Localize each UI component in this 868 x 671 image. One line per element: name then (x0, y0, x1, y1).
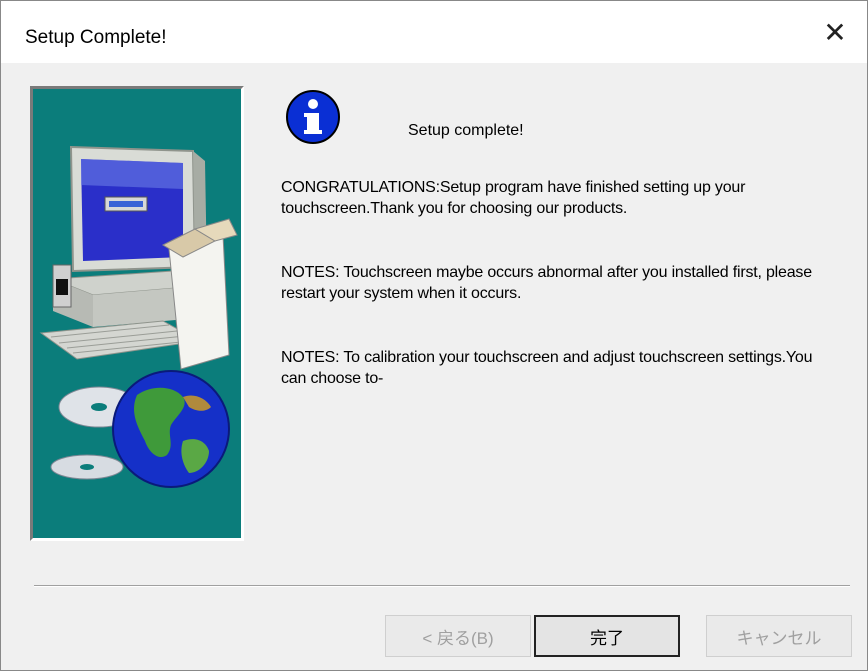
setup-dialog: Setup Complete! ✕ Setup complete! CONGRA… (0, 0, 868, 671)
finish-button[interactable]: 完了 (534, 615, 680, 657)
headline-text: Setup complete! (408, 122, 524, 139)
window-title: Setup Complete! (25, 27, 167, 48)
close-button[interactable]: ✕ (803, 1, 867, 63)
restart-note-text: NOTES: Touchscreen maybe occurs abnormal… (281, 264, 812, 302)
separator-line (34, 585, 850, 587)
calibration-note-text: NOTES: To calibration your touchscreen a… (281, 349, 813, 387)
computer-cd-globe-illustration-icon (33, 89, 241, 538)
back-button[interactable]: < 戻る(B) (385, 615, 531, 657)
cancel-button[interactable]: キャンセル (706, 615, 852, 657)
setup-illustration (30, 86, 244, 541)
close-icon: ✕ (823, 16, 847, 48)
title-bar: Setup Complete! ✕ (1, 1, 867, 63)
congratulations-text: CONGRATULATIONS:Setup program have finis… (281, 179, 746, 217)
info-icon (285, 89, 341, 145)
